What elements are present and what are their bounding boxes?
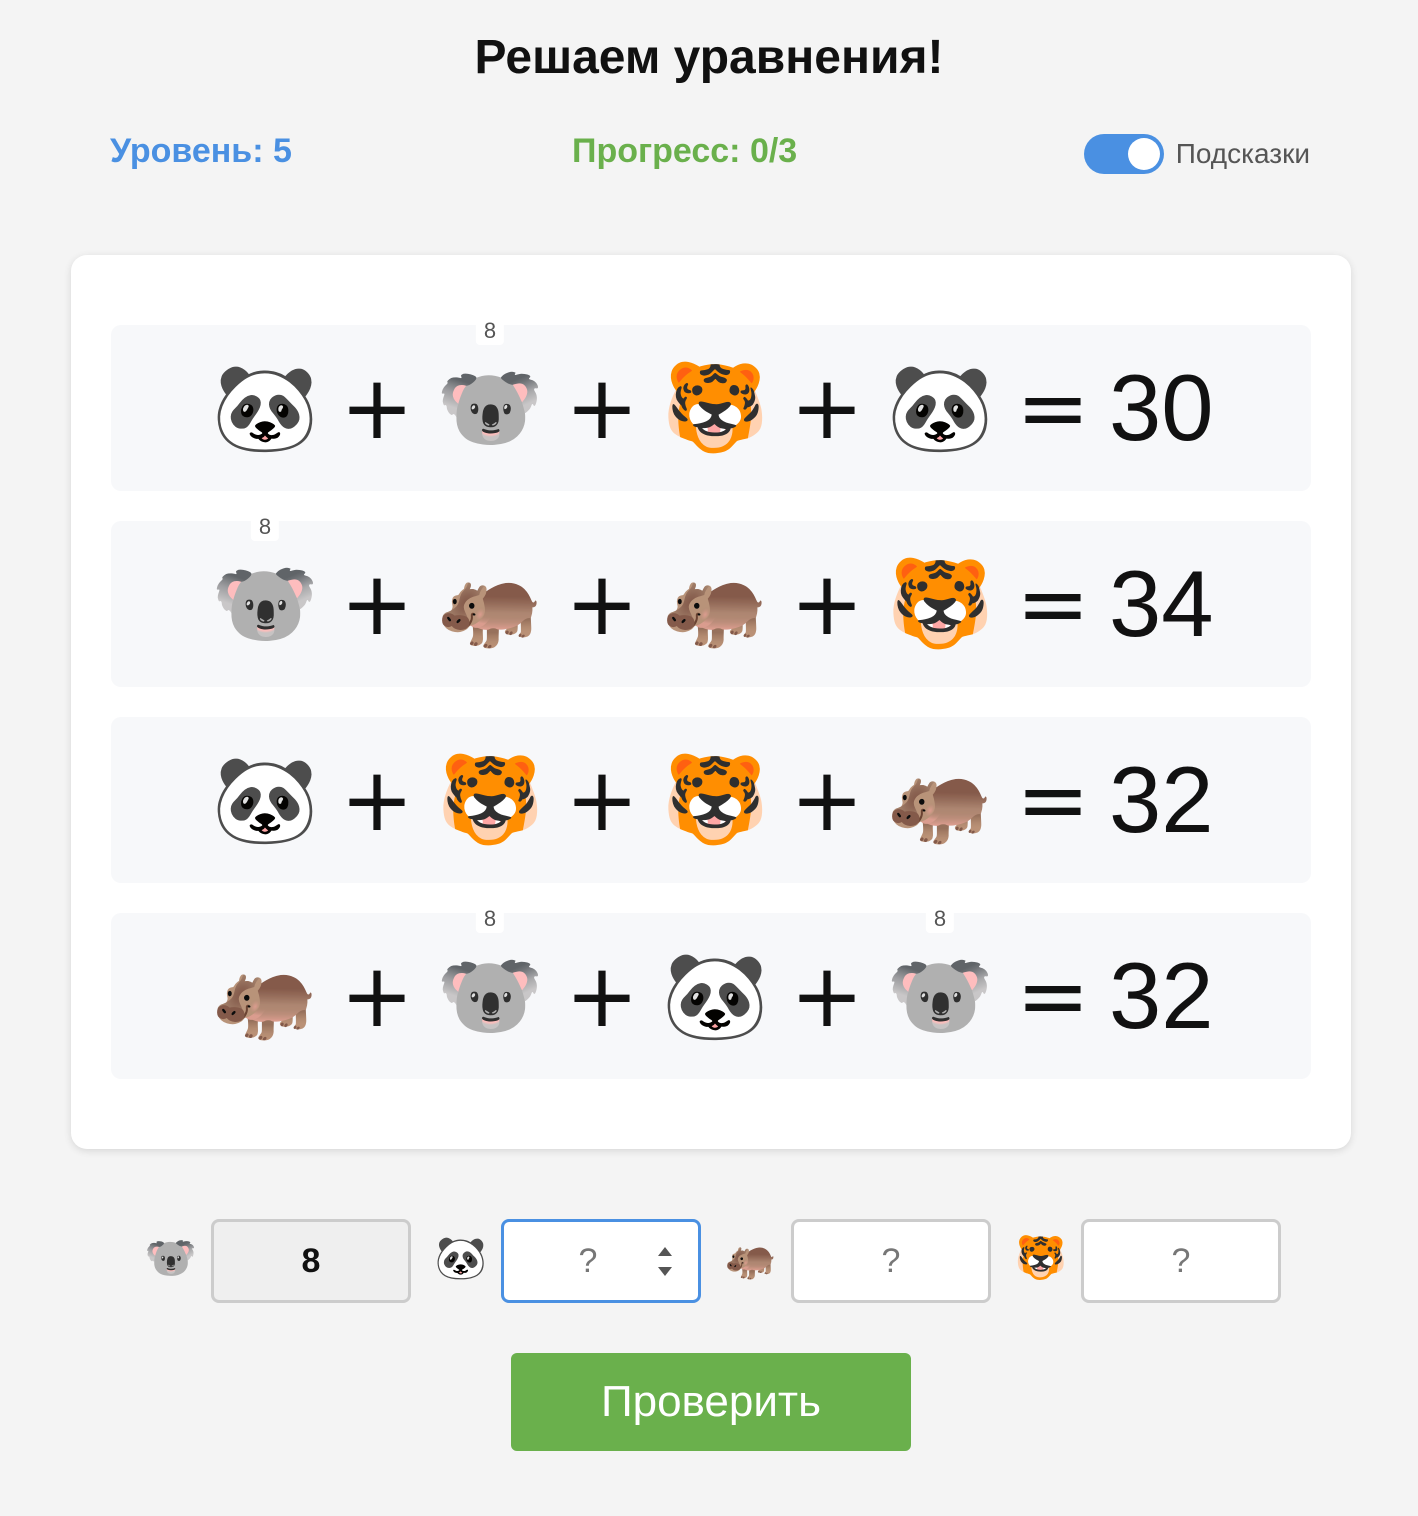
equation-term: 🐼 [210, 717, 320, 883]
panda-icon: 🐼 [661, 948, 769, 1044]
plus-operator: + [790, 356, 864, 459]
hint-value: 8 [925, 905, 955, 934]
equations-card: 🐼 + 🐨 8 + 🐯 + 🐼 = 30 🐨 8 + 🦛 + 🦛 + 🐯 = 34 🐼 + 🐯 + 🐯 + 🦛 = 32 🦛 + 🐨 8 + 🐼 + 🐨… [71, 255, 1351, 1149]
equation-term: 🐼 [660, 913, 770, 1079]
number-spinner[interactable] [650, 1239, 680, 1283]
tiger-icon: 🐯 [436, 752, 544, 848]
koala-icon: 🐨 [211, 556, 319, 652]
plus-operator: + [565, 552, 639, 655]
koala-answer-input[interactable] [211, 1219, 411, 1303]
panda-icon: 🐼 [211, 360, 319, 456]
check-button[interactable]: Проверить [511, 1353, 911, 1451]
equation-term: 🐯 [660, 325, 770, 491]
hint-value: 8 [475, 317, 505, 346]
panda-icon: 🐼 [886, 360, 994, 456]
equation-row: 🐨 8 + 🦛 + 🦛 + 🐯 = 34 [111, 513, 1311, 687]
answers-panel: 🐨 🐼 🦛 🐯 [0, 1219, 1418, 1303]
hints-label: Подсказки [1175, 138, 1310, 169]
equation-result: 32 [1109, 747, 1214, 852]
plus-operator: + [565, 944, 639, 1047]
equation-term: 🐨 8 [885, 905, 995, 1079]
equation-term: 🐯 [885, 521, 995, 687]
equation-row: 🦛 + 🐨 8 + 🐼 + 🐨 8 = 32 [111, 905, 1311, 1079]
plus-operator: + [340, 944, 414, 1047]
hippo-icon: 🦛 [661, 556, 769, 652]
equals-sign: = [1016, 356, 1090, 459]
equation-term: 🐨 8 [435, 317, 545, 491]
equation-term: 🐯 [660, 717, 770, 883]
tiger-icon: 🐯 [1014, 1234, 1068, 1281]
equals-sign: = [1016, 748, 1090, 851]
equals-sign: = [1016, 944, 1090, 1047]
page-title: Решаем уравнения! [474, 31, 944, 84]
equation-term: 🦛 [435, 521, 545, 687]
equation-result: 30 [1109, 355, 1214, 460]
hippo-answer-input[interactable] [791, 1219, 991, 1303]
plus-operator: + [340, 552, 414, 655]
plus-operator: + [565, 356, 639, 459]
plus-operator: + [790, 944, 864, 1047]
equation-row: 🐼 + 🐨 8 + 🐯 + 🐼 = 30 [111, 317, 1311, 491]
panda-icon: 🐼 [434, 1234, 488, 1281]
equation-result: 32 [1109, 943, 1214, 1048]
equation-term: 🐨 8 [210, 513, 320, 687]
equation-row: 🐼 + 🐯 + 🐯 + 🦛 = 32 [111, 717, 1311, 883]
tiger-icon: 🐯 [661, 752, 769, 848]
hints-toggle[interactable] [1083, 134, 1164, 174]
hint-value: 8 [250, 513, 280, 542]
plus-operator: + [790, 748, 864, 851]
equation-term: 🐼 [210, 325, 320, 491]
hippo-icon: 🦛 [724, 1234, 778, 1281]
hippo-icon: 🦛 [211, 948, 319, 1044]
plus-operator: + [790, 552, 864, 655]
equation-term: 🐨 8 [435, 905, 545, 1079]
equation-result: 34 [1109, 551, 1214, 656]
status-bar: Уровень: 5 Прогресс: 0/3 Подсказки [110, 128, 1310, 180]
equals-sign: = [1016, 552, 1090, 655]
toggle-knob [1127, 138, 1160, 170]
equation-term: 🦛 [660, 521, 770, 687]
hint-value: 8 [475, 905, 505, 934]
koala-icon: 🐨 [886, 948, 994, 1044]
progress-indicator: Прогресс: 0/3 [572, 132, 798, 170]
spinner-up-icon[interactable] [658, 1247, 672, 1256]
panda-icon: 🐼 [211, 752, 319, 848]
koala-icon: 🐨 [436, 360, 544, 456]
tiger-answer-input[interactable] [1081, 1219, 1281, 1303]
plus-operator: + [340, 748, 414, 851]
hippo-icon: 🦛 [436, 556, 544, 652]
level-indicator: Уровень: 5 [110, 132, 292, 170]
equation-term: 🦛 [210, 913, 320, 1079]
plus-operator: + [565, 748, 639, 851]
koala-icon: 🐨 [436, 948, 544, 1044]
equation-term: 🦛 [885, 717, 995, 883]
tiger-icon: 🐯 [661, 360, 769, 456]
koala-icon: 🐨 [144, 1234, 198, 1281]
plus-operator: + [340, 356, 414, 459]
tiger-icon: 🐯 [886, 556, 994, 652]
equation-term: 🐯 [435, 717, 545, 883]
equation-term: 🐼 [885, 325, 995, 491]
hints-control: Подсказки [1083, 132, 1310, 176]
spinner-down-icon[interactable] [658, 1267, 672, 1276]
hippo-icon: 🦛 [886, 752, 994, 848]
